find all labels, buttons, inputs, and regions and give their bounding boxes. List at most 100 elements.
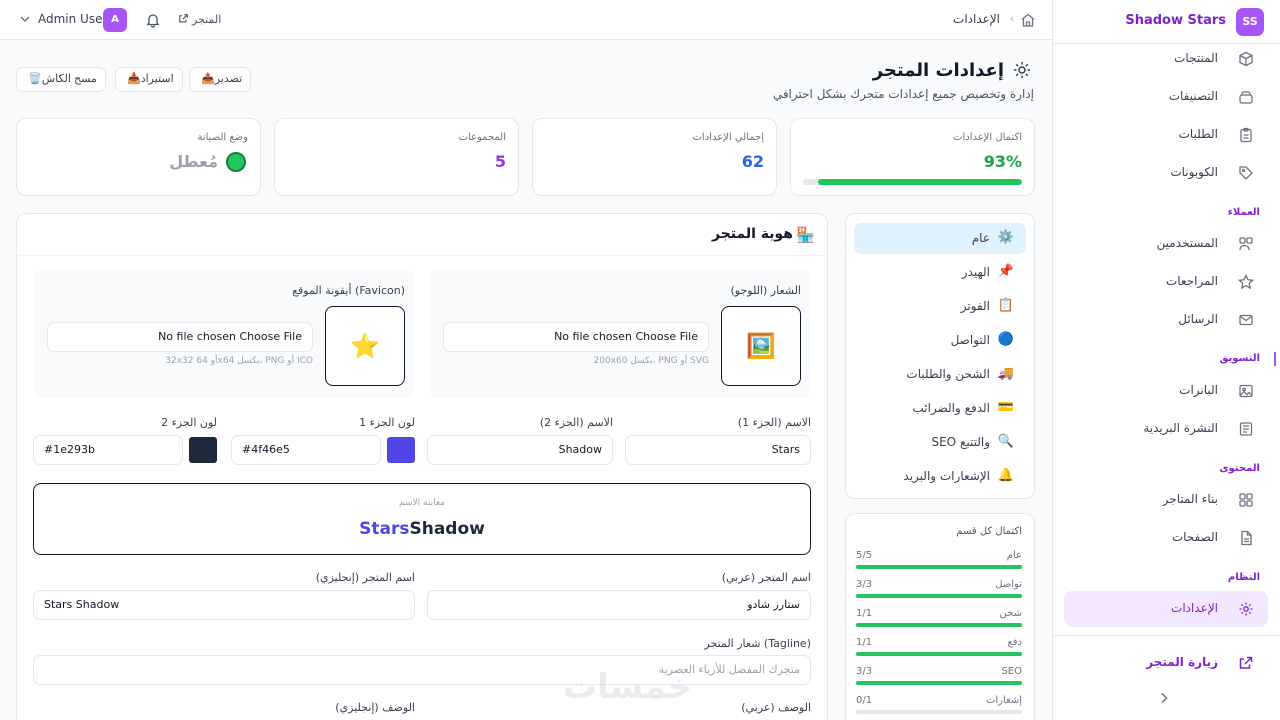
sidebar-item-label: البانرات — [1179, 383, 1218, 397]
progress-row: شحن 1/1 — [856, 608, 1022, 632]
sidebar-item-messages[interactable]: الرسائل — [1064, 302, 1268, 338]
color1-swatch[interactable] — [387, 437, 415, 463]
sidebar-item-settings[interactable]: الإعدادات — [1064, 591, 1268, 627]
settings-tab-label: الشحن والطلبات — [906, 367, 990, 381]
sidebar-item-banners[interactable]: البانرات — [1064, 373, 1268, 409]
maintenance-value: مُعطل — [169, 152, 218, 171]
store-name-ar-input[interactable]: ستارز شادو — [427, 590, 811, 620]
truck-icon: 🚚 — [997, 366, 1014, 381]
name-preview-text: StarsShadow — [34, 519, 810, 539]
favicon-label: أيقونة الموقع (Favicon) — [292, 284, 405, 297]
progress-row: إشعارات 0/1 — [856, 695, 1022, 719]
progress-fill — [856, 565, 1022, 569]
star-icon: ⭐ — [350, 332, 380, 360]
box-icon — [1238, 51, 1254, 67]
settings-tab-label: التواصل — [950, 333, 990, 347]
settings-tab-contact[interactable]: 🔵 التواصل — [854, 325, 1026, 356]
sidebar-item-label: الصفحات — [1171, 530, 1218, 544]
sidebar-item-newsletter[interactable]: النشرة البريدية — [1064, 411, 1268, 447]
sidebar-scroll-marker — [1274, 352, 1276, 366]
progress-count: 1/1 — [856, 608, 873, 619]
collapse-sidebar-button[interactable] — [1156, 690, 1172, 706]
progress-name: عام — [1006, 550, 1022, 561]
sidebar-item-orders[interactable]: الطلبات — [1064, 117, 1268, 153]
progress-name: تواصل — [995, 579, 1022, 590]
sidebar-section-system: النظام — [1227, 572, 1260, 583]
settings-tab-label: عام — [971, 231, 990, 245]
tagline-input[interactable]: متجرك المفضل للأزياء العصرية — [33, 655, 811, 685]
settings-tab-shipping[interactable]: 🚚 الشحن والطلبات — [854, 359, 1026, 390]
section-progress-title: اكتمال كل قسم — [956, 526, 1022, 537]
progress-track — [856, 565, 1022, 569]
color1-input[interactable]: #4f46e5 — [231, 435, 381, 465]
color2-input[interactable]: #1e293b — [33, 435, 183, 465]
visit-store-link[interactable]: زيارة المتجر — [1064, 645, 1268, 681]
store-name-en-input[interactable]: Stars Shadow — [33, 590, 415, 620]
sidebar-item-products[interactable]: المنتجات — [1064, 41, 1268, 77]
settings-tab-seo[interactable]: 🔍 SEO والتتبع — [854, 427, 1026, 458]
sidebar-item-label: الكوبونات — [1170, 165, 1218, 179]
users-icon — [1238, 236, 1254, 252]
settings-tab-footer[interactable]: 📋 الفوتر — [854, 291, 1026, 322]
search-icon: 🔍 — [997, 434, 1014, 449]
brand-logo: SS — [1236, 8, 1264, 36]
card-header: 🏪 هوية المتجر — [17, 214, 827, 256]
settings-tab-notifications[interactable]: 🔔 الإشعارات والبريد — [854, 461, 1026, 492]
name-part1-input[interactable]: Stars — [625, 435, 811, 465]
external-link-icon — [178, 13, 189, 24]
progress-track — [856, 623, 1022, 627]
sidebar-item-label: المنتجات — [1174, 51, 1218, 65]
settings-tab-label: SEO والتتبع — [931, 435, 990, 449]
logo-file-input[interactable]: No file chosen Choose File — [443, 322, 709, 352]
sidebar-item-categories[interactable]: التصنيفات — [1064, 79, 1268, 115]
logo-hint: 200x60 بكسل، PNG أو SVG — [593, 356, 710, 366]
pin-icon: 📌 — [997, 264, 1014, 279]
sidebar-item-label: الإعدادات — [1171, 601, 1218, 615]
settings-tab-payment[interactable]: 💳 الدفع والضرائب — [854, 393, 1026, 424]
store-name-ar-label: اسم المتجر (عربي) — [721, 571, 811, 584]
color2-swatch[interactable] — [189, 437, 217, 463]
color1-label: لون الجزء 1 — [359, 416, 415, 429]
page-subtitle: إدارة وتخصيص جميع إعدادات متجرك بشكل احت… — [772, 87, 1034, 101]
grid-icon — [1238, 492, 1254, 508]
progress-row: عام 5/5 — [856, 550, 1022, 574]
favicon-preview: ⭐ — [325, 306, 405, 386]
name-part2-input[interactable]: Shadow — [427, 435, 613, 465]
sidebar-item-store-builder[interactable]: بناء المتاجر — [1064, 482, 1268, 518]
import-button[interactable]: 📥استيراد — [115, 67, 183, 92]
brand[interactable]: SS Shadow Stars — [1068, 8, 1264, 36]
layers-icon — [1238, 89, 1254, 105]
progress-name: شحن — [999, 608, 1022, 619]
name-part1-label: الاسم (الجزء 1) — [737, 416, 811, 429]
store-link[interactable]: المتجر — [178, 13, 221, 26]
progress-row: تواصل 3/3 — [856, 579, 1022, 603]
settings-tab-header[interactable]: 📌 الهيدر — [854, 257, 1026, 288]
bell-icon[interactable] — [145, 12, 161, 28]
favicon-file-input[interactable]: No file chosen Choose File — [47, 322, 313, 352]
settings-tab-general[interactable]: ⚙️ عام — [854, 223, 1026, 254]
stat-value: 5 — [494, 152, 506, 171]
stat-card-completion: اكتمال الإعدادات 93% — [790, 118, 1035, 196]
sidebar-item-coupons[interactable]: الكوبونات — [1064, 155, 1268, 191]
store-link-label: المتجر — [192, 13, 222, 26]
mail-icon — [1238, 312, 1254, 328]
gear-icon — [1238, 601, 1254, 617]
progress-fill — [856, 652, 1022, 656]
progress-count: 5/5 — [856, 550, 873, 561]
home-icon[interactable] — [1020, 12, 1036, 28]
sidebar-item-reviews[interactable]: المراجعات — [1064, 264, 1268, 300]
sidebar-item-pages[interactable]: الصفحات — [1064, 520, 1268, 556]
clear-cache-button[interactable]: 🗑️مسح الكاش — [16, 67, 106, 92]
sidebar-item-label: المستخدمين — [1156, 236, 1218, 250]
tagline-label: شعار المتجر (Tagline) — [704, 637, 811, 650]
completion-progress-fill — [818, 179, 1022, 185]
export-button[interactable]: 📤تصدير — [189, 67, 252, 92]
progress-count: 3/3 — [856, 666, 873, 677]
visit-store-label: زيارة المتجر — [1146, 655, 1218, 669]
settings-tab-label: الهيدر — [961, 265, 990, 279]
clear-cache-label: مسح الكاش — [41, 73, 97, 85]
logo-upload: الشعار (اللوجو) 🖼️ No file chosen Choose… — [429, 270, 811, 398]
avatar: A — [103, 8, 127, 32]
page-title: إعدادات المتجر — [872, 60, 1004, 81]
sidebar-item-users[interactable]: المستخدمين — [1064, 226, 1268, 262]
